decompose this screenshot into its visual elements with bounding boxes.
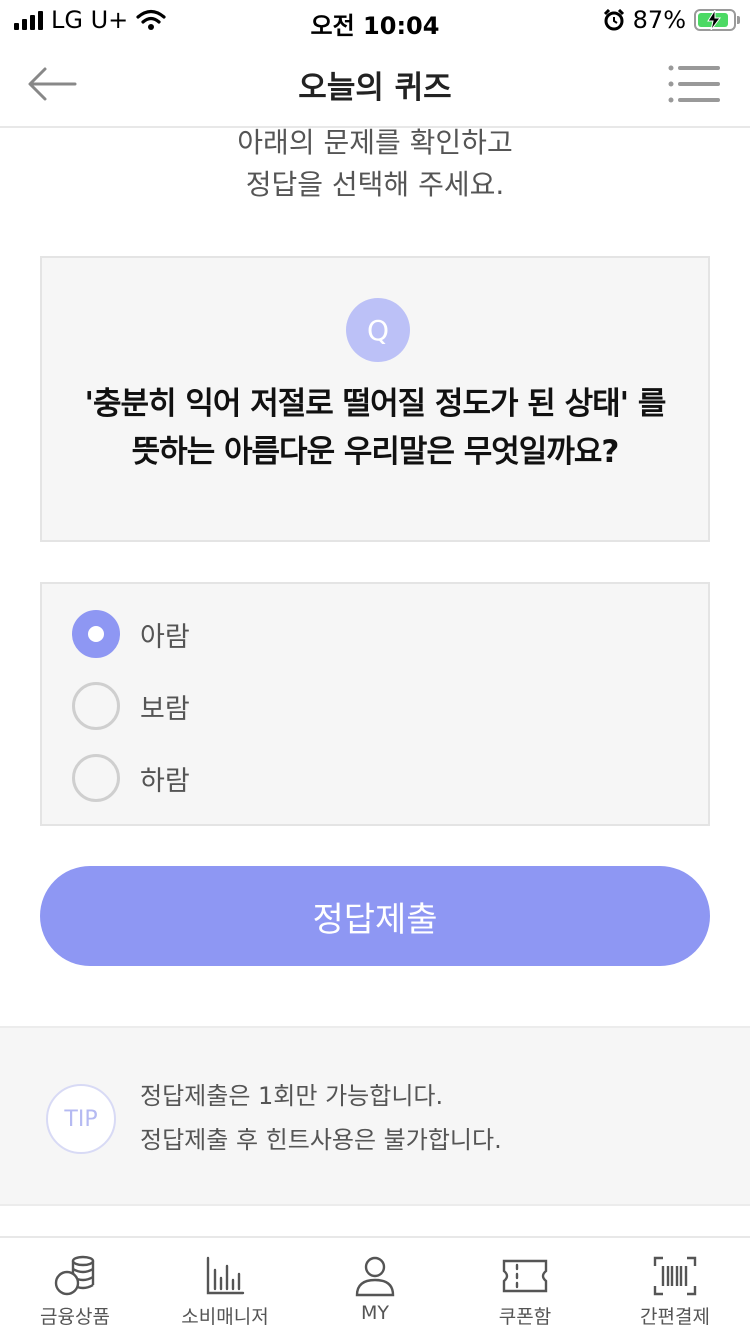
signal-icon (14, 10, 43, 30)
battery-percent: 87% (632, 6, 686, 34)
back-button[interactable] (24, 60, 80, 108)
wifi-icon (136, 9, 166, 30)
coins-icon (51, 1254, 99, 1298)
page-title: 오늘의 퀴즈 (298, 70, 452, 106)
answer-option-1[interactable]: 아람 (72, 608, 190, 660)
tip-text: 정답제출은 1회만 가능합니다. 정답제출 후 힌트사용은 불가합니다. (140, 1074, 502, 1162)
nav-label: 소비매니저 (181, 1306, 269, 1328)
carrier-label: LG U+ (51, 6, 129, 34)
tip-line-2: 정답제출 후 힌트사용은 불가합니다. (140, 1126, 502, 1154)
arrow-left-icon (28, 67, 77, 101)
option-label: 보람 (140, 693, 190, 725)
intro-line-1: 아래의 문제를 확인하고 (237, 126, 513, 159)
nav-label: 쿠폰함 (498, 1306, 552, 1328)
status-bar: LG U+ 오전 10:04 87% (0, 0, 750, 40)
nav-item-spending-manager[interactable]: 소비매니저 (150, 1238, 300, 1334)
question-line-2: 뜻하는 아름다운 우리말은 무엇일까요? (131, 434, 620, 470)
list-menu-icon (668, 65, 720, 103)
nav-item-financial-products[interactable]: 금융상품 (0, 1238, 150, 1334)
battery-icon (694, 9, 740, 31)
nav-item-my[interactable]: MY (300, 1238, 450, 1334)
radio-button[interactable] (72, 610, 120, 658)
tip-section: TIP 정답제출은 1회만 가능합니다. 정답제출 후 힌트사용은 불가합니다. (0, 1026, 750, 1206)
status-right: 87% (603, 6, 740, 34)
answer-options: 아람 보람 하람 (40, 582, 710, 826)
charging-bolt-icon (707, 10, 721, 30)
ticket-icon (501, 1254, 549, 1298)
answer-option-3[interactable]: 하람 (72, 752, 190, 804)
intro-text: 아래의 문제를 확인하고 정답을 선택해 주세요. (0, 122, 750, 206)
bottom-nav: 금융상품 소비매니저 MY 쿠폰함 간편결제 (0, 1236, 750, 1334)
bar-chart-icon (201, 1254, 249, 1298)
status-left: LG U+ (14, 6, 166, 34)
quiz-screen: LG U+ 오전 10:04 87% 오늘의 퀴즈 아래의 문제를 확인하고 정… (0, 0, 750, 1334)
barcode-icon (651, 1254, 699, 1298)
question-line-1: '충분히 익어 저절로 떨어질 정도가 된 상태' 를 (84, 386, 667, 422)
answer-option-2[interactable]: 보람 (72, 680, 190, 732)
option-label: 하람 (140, 765, 190, 797)
nav-item-coupon-box[interactable]: 쿠폰함 (450, 1238, 600, 1334)
app-header: 오늘의 퀴즈 (0, 40, 750, 128)
intro-line-2: 정답을 선택해 주세요. (245, 168, 505, 201)
question-card: Q '충분히 익어 저절로 떨어질 정도가 된 상태' 를 뜻하는 아름다운 우… (40, 256, 710, 542)
menu-button[interactable] (668, 64, 722, 104)
person-icon (351, 1254, 399, 1298)
radio-button[interactable] (72, 754, 120, 802)
nav-label: 금융상품 (40, 1306, 110, 1328)
question-text: '충분히 익어 저절로 떨어질 정도가 된 상태' 를 뜻하는 아름다운 우리말… (42, 380, 708, 476)
radio-button[interactable] (72, 682, 120, 730)
submit-answer-button[interactable]: 정답제출 (40, 866, 710, 966)
question-badge: Q (346, 298, 410, 362)
option-label: 아람 (140, 621, 190, 653)
tip-badge: TIP (46, 1084, 116, 1154)
alarm-icon (603, 9, 624, 31)
tip-line-1: 정답제출은 1회만 가능합니다. (140, 1082, 444, 1110)
nav-label: 간편결제 (640, 1306, 710, 1328)
nav-label: MY (361, 1302, 389, 1324)
nav-item-easy-pay[interactable]: 간편결제 (600, 1238, 750, 1334)
